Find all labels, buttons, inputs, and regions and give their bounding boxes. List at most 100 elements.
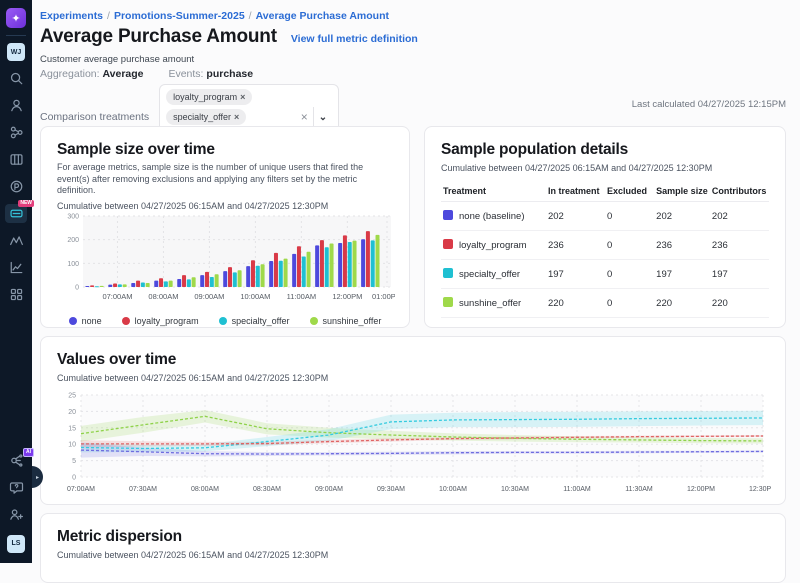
population-card: Sample population details Cumulative bet… <box>424 126 786 328</box>
aggregation-label: Aggregation: <box>40 68 100 80</box>
svg-text:200: 200 <box>67 237 79 244</box>
statsig-logo-icon[interactable]: ✦ <box>6 8 26 28</box>
ai-badge: AI <box>23 448 34 457</box>
breadcrumb-separator: / <box>249 10 252 22</box>
dispersion-title: Metric dispersion <box>57 528 769 546</box>
table-cell: 202 <box>710 202 769 231</box>
sample-size-description: For average metrics, sample size is the … <box>57 162 393 197</box>
user-badge[interactable]: LS <box>5 534 27 553</box>
treatment-color-swatch <box>443 239 453 249</box>
aggregation-row: Aggregation: Average Events: purchase <box>40 68 275 80</box>
user-badge-label: LS <box>7 535 25 553</box>
values-line-chart: 07:00AM07:30AM08:00AM08:30AM09:00AM09:30… <box>57 387 771 503</box>
aggregation-value: Average <box>102 68 143 80</box>
new-badge: NEW <box>18 200 34 207</box>
svg-text:0: 0 <box>75 285 79 292</box>
legend-label: none <box>82 316 102 326</box>
treatment-color-swatch <box>443 268 453 278</box>
svg-text:12:00PM: 12:00PM <box>332 292 362 301</box>
experiments-icon[interactable] <box>5 123 27 142</box>
legend-label: specialty_offer <box>232 316 290 326</box>
table-cell: 0 <box>605 260 654 289</box>
metrics-icon[interactable]: NEW <box>5 204 27 223</box>
svg-text:08:00AM: 08:00AM <box>148 292 178 301</box>
table-cell: 0 <box>605 289 654 318</box>
pulse-icon[interactable] <box>5 177 27 196</box>
chip-remove-icon[interactable]: × <box>234 112 239 122</box>
table-cell: 197 <box>710 260 769 289</box>
table-row: sunshine_offer2200220220 <box>441 289 769 318</box>
legend-dot <box>122 317 130 325</box>
feature-flags-icon[interactable] <box>5 150 27 169</box>
table-cell: 220 <box>654 289 710 318</box>
legend-label: sunshine_offer <box>323 316 382 326</box>
svg-text:08:30AM: 08:30AM <box>253 486 281 493</box>
clear-selection-icon[interactable]: × <box>296 110 313 124</box>
col-sample-size: Sample size <box>654 181 710 202</box>
svg-text:300: 300 <box>67 214 79 221</box>
svg-text:12:30PM: 12:30PM <box>749 486 771 493</box>
svg-text:10:00AM: 10:00AM <box>240 292 270 301</box>
sidebar: ✦ WJ NEW AI LS <box>0 0 32 563</box>
legend-item[interactable]: sunshine_offer <box>310 316 382 326</box>
table-row: none (baseline)2020202202 <box>441 202 769 231</box>
sample-size-title: Sample size over time <box>57 141 393 159</box>
svg-text:01:00PM: 01:00PM <box>372 292 395 301</box>
values-title: Values over time <box>57 351 769 369</box>
page-title: Average Purchase Amount <box>40 26 277 48</box>
search-icon[interactable] <box>5 69 27 88</box>
svg-text:07:00AM: 07:00AM <box>102 292 132 301</box>
table-cell: 236 <box>710 231 769 260</box>
table-row: loyalty_program2360236236 <box>441 231 769 260</box>
treatment-chip[interactable]: loyalty_program× <box>166 89 252 105</box>
svg-text:15: 15 <box>68 425 76 432</box>
legend-item[interactable]: none <box>69 316 102 326</box>
svg-text:11:00AM: 11:00AM <box>563 486 591 493</box>
legend-item[interactable]: specialty_offer <box>219 316 290 326</box>
svg-text:5: 5 <box>72 458 76 465</box>
sample-size-card: Sample size over time For average metric… <box>40 126 410 328</box>
sidebar-bottom: AI LS <box>5 443 27 553</box>
population-cumulative: Cumulative between 04/27/2025 06:15AM an… <box>441 163 769 173</box>
svg-text:08:00AM: 08:00AM <box>191 486 219 493</box>
breadcrumb-experiments[interactable]: Experiments <box>40 10 103 22</box>
col-treatment: Treatment <box>441 181 546 202</box>
dispersion-card: Metric dispersion Cumulative between 04/… <box>40 513 786 583</box>
treatment-color-swatch <box>443 297 453 307</box>
svg-text:11:30AM: 11:30AM <box>625 486 653 493</box>
svg-text:10:30AM: 10:30AM <box>501 486 529 493</box>
treatment-color-swatch <box>443 210 453 220</box>
legend-item[interactable]: loyalty_program <box>122 316 199 326</box>
last-calculated: Last calculated 04/27/2025 12:15PM <box>632 99 786 110</box>
profile-icon[interactable] <box>5 96 27 115</box>
help-icon[interactable] <box>5 478 27 497</box>
svg-text:100: 100 <box>67 261 79 268</box>
col-in-treatment: In treatment <box>546 181 605 202</box>
breadcrumb-metric-name[interactable]: Average Purchase Amount <box>256 10 389 22</box>
chevron-down-icon[interactable]: ⌄ <box>314 112 332 123</box>
table-cell: 0 <box>605 202 654 231</box>
events-value: purchase <box>206 68 253 80</box>
invite-icon[interactable] <box>5 505 27 524</box>
insights-icon[interactable] <box>5 231 27 250</box>
analytics-icon[interactable] <box>5 258 27 277</box>
table-cell: 197 <box>546 260 605 289</box>
population-table: Treatment In treatment Excluded Sample s… <box>441 181 769 318</box>
svg-text:12:00PM: 12:00PM <box>687 486 715 493</box>
apps-icon[interactable] <box>5 285 27 304</box>
main-content: Experiments / Promotions-Summer-2025 / Avera… <box>32 0 800 563</box>
table-row: specialty_offer1970197197 <box>441 260 769 289</box>
breadcrumb-experiment-name[interactable]: Promotions-Summer-2025 <box>114 10 245 22</box>
legend-label: loyalty_program <box>135 316 199 326</box>
breadcrumb: Experiments / Promotions-Summer-2025 / Avera… <box>40 10 389 22</box>
legend-dot <box>219 317 227 325</box>
table-cell: 236 <box>546 231 605 260</box>
svg-text:25: 25 <box>68 393 76 400</box>
chip-remove-icon[interactable]: × <box>240 92 245 102</box>
ai-assistant-icon[interactable]: AI <box>5 451 27 470</box>
breadcrumb-separator: / <box>107 10 110 22</box>
view-metric-definition-link[interactable]: View full metric definition <box>291 33 418 45</box>
treatment-chip[interactable]: specialty_offer× <box>166 109 246 125</box>
workspace-badge[interactable]: WJ <box>7 43 25 61</box>
dispersion-cumulative: Cumulative between 04/27/2025 06:15AM an… <box>57 550 769 560</box>
